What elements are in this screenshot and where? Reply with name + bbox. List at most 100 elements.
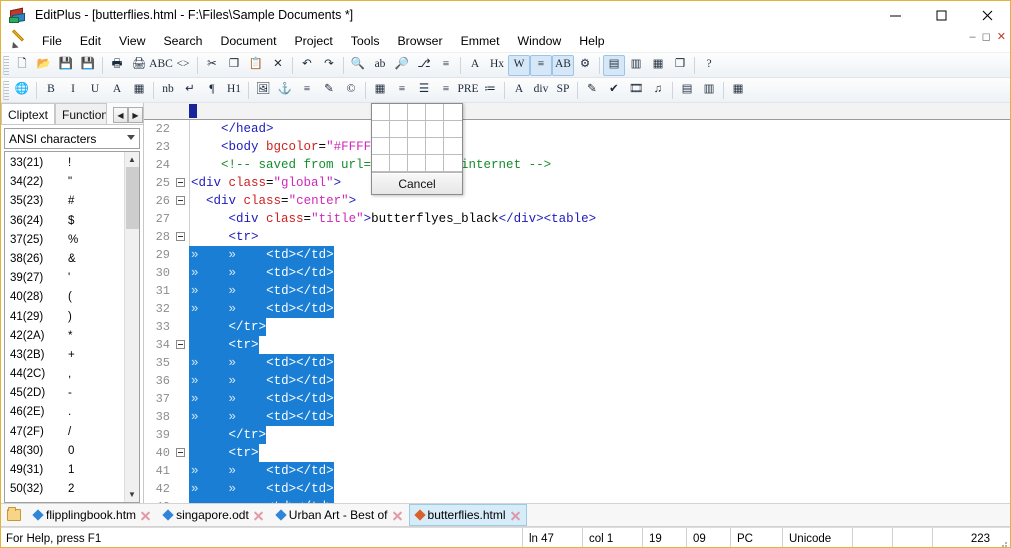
close-icon[interactable] xyxy=(253,510,264,521)
code-line[interactable]: 23 <body bgcolor="#FFFFFF"> xyxy=(144,138,1010,156)
table-size-cell[interactable] xyxy=(426,121,444,138)
undo-icon[interactable]: ↶ xyxy=(296,55,318,76)
code-editor[interactable]: 22 </head>23 <body bgcolor="#FFFFFF">24 … xyxy=(144,120,1010,503)
table-size-cell[interactable] xyxy=(390,104,408,121)
list-item[interactable]: 49(31) 1 xyxy=(5,461,124,480)
script-icon[interactable]: ✎ xyxy=(581,80,603,101)
copy-icon[interactable]: ❐ xyxy=(223,55,245,76)
fold-marker[interactable] xyxy=(174,156,189,174)
color-palette-icon[interactable]: ▦ xyxy=(128,80,150,101)
fold-marker[interactable] xyxy=(174,210,189,228)
italic-icon[interactable]: I xyxy=(62,80,84,101)
delete-icon[interactable]: ✕ xyxy=(267,55,289,76)
menu-project[interactable]: Project xyxy=(285,32,341,50)
table-size-cell[interactable] xyxy=(408,155,426,172)
list-item[interactable]: 47(2F) / xyxy=(5,423,124,442)
fold-marker[interactable] xyxy=(174,264,189,282)
word-wrap-icon[interactable]: W xyxy=(508,54,530,76)
form-icon[interactable]: A xyxy=(508,80,530,101)
cliptext-scrollbar[interactable]: ▲ ▼ xyxy=(124,152,139,502)
fold-collapse-icon[interactable] xyxy=(176,178,185,187)
anchor-icon[interactable]: ⚓ xyxy=(274,80,296,101)
fold-marker[interactable] xyxy=(174,372,189,390)
document-tab[interactable]: flipplingbook.htm xyxy=(27,504,157,526)
fold-marker[interactable] xyxy=(174,318,189,336)
pre-icon[interactable]: PRE xyxy=(457,80,479,101)
table-cell-icon[interactable]: ☰ xyxy=(413,80,435,101)
table-size-cell[interactable] xyxy=(408,138,426,155)
list-item[interactable]: 39(27) ' xyxy=(5,269,124,288)
fold-marker[interactable] xyxy=(174,120,189,138)
cliptext-scroll-down-icon[interactable]: ▼ xyxy=(124,487,139,502)
code-line[interactable]: 24 <!-- saved from url=(0013)about:inter… xyxy=(144,156,1010,174)
list-item[interactable]: 37(25)% xyxy=(5,231,124,250)
fold-marker[interactable] xyxy=(174,174,189,192)
code-text[interactable]: » » <td></td> xyxy=(189,462,334,480)
fold-marker[interactable] xyxy=(174,498,189,503)
menu-view[interactable]: View xyxy=(110,32,154,50)
span-icon[interactable]: SP xyxy=(552,80,574,101)
color-picker-icon[interactable]: ▦ xyxy=(727,80,749,101)
cliptext-window-icon[interactable]: ▥ xyxy=(625,55,647,76)
frame-icon[interactable]: ▤ xyxy=(676,80,698,101)
code-text[interactable]: » » <td></td> xyxy=(189,480,334,498)
code-text[interactable]: <body bgcolor="#FFFFFF"> xyxy=(189,138,401,156)
code-line[interactable]: 27 <div class="title">butterflyes_black<… xyxy=(144,210,1010,228)
code-text[interactable]: </tr> xyxy=(189,318,267,336)
code-line[interactable]: 22 </head> xyxy=(144,120,1010,138)
list-item[interactable]: 36(24) $ xyxy=(5,212,124,231)
code-line[interactable]: 28 <tr> xyxy=(144,228,1010,246)
paragraph-icon[interactable]: ¶ xyxy=(201,80,223,101)
code-text[interactable]: » » <td></td> xyxy=(189,246,334,264)
document-selector-icon[interactable]: ▤ xyxy=(603,54,625,76)
menu-emmet[interactable]: Emmet xyxy=(452,32,509,50)
indent-icon[interactable]: ≡ xyxy=(530,54,552,76)
find-icon[interactable]: 🔍 xyxy=(347,55,369,76)
code-line[interactable]: 36 » » <td></td> xyxy=(144,372,1010,390)
line-numbers-icon[interactable]: ≡ xyxy=(435,55,457,76)
code-line[interactable]: 38 » » <td></td> xyxy=(144,408,1010,426)
code-line[interactable]: 30 » » <td></td> xyxy=(144,264,1010,282)
code-text[interactable]: » » <td></td> xyxy=(189,282,334,300)
table-size-cell[interactable] xyxy=(372,104,390,121)
code-line[interactable]: 39 </tr> xyxy=(144,426,1010,444)
output-window-icon[interactable]: ▦ xyxy=(647,55,669,76)
code-line[interactable]: 41 » » <td></td> xyxy=(144,462,1010,480)
document-tab[interactable]: singapore.odt xyxy=(157,504,270,526)
fold-marker[interactable] xyxy=(174,444,189,462)
tab-cliptext[interactable]: Cliptext xyxy=(1,103,56,124)
align-icon[interactable]: ≡ xyxy=(296,80,318,101)
insert-table-icon[interactable]: ▦ xyxy=(369,80,391,101)
table-size-cell[interactable] xyxy=(408,104,426,121)
redo-icon[interactable]: ↷ xyxy=(318,55,340,76)
list-item[interactable]: 45(2D) - xyxy=(5,384,124,403)
paste-icon[interactable]: 📋 xyxy=(245,55,267,76)
fold-collapse-icon[interactable] xyxy=(176,340,185,349)
table-size-grid[interactable] xyxy=(372,104,462,173)
minimize-button[interactable] xyxy=(872,1,918,29)
menu-search[interactable]: Search xyxy=(154,32,211,50)
menu-window[interactable]: Window xyxy=(509,32,571,50)
menu-tools[interactable]: Tools xyxy=(342,32,389,50)
table-size-cell[interactable] xyxy=(372,155,390,172)
table-size-picker-popup[interactable]: Cancel xyxy=(371,103,463,195)
font-color-icon[interactable]: A xyxy=(106,80,128,101)
fold-marker[interactable] xyxy=(174,300,189,318)
fold-marker[interactable] xyxy=(174,336,189,354)
fold-collapse-icon[interactable] xyxy=(176,196,185,205)
code-line[interactable]: 31 » » <td></td> xyxy=(144,282,1010,300)
fold-collapse-icon[interactable] xyxy=(176,448,185,457)
list-item[interactable]: 42(2A) * xyxy=(5,327,124,346)
tab-scroll-left-icon[interactable]: ◀ xyxy=(113,107,128,123)
fold-marker[interactable] xyxy=(174,462,189,480)
table-size-cell[interactable] xyxy=(444,138,462,155)
fold-marker[interactable] xyxy=(174,138,189,156)
video-icon[interactable]: 🎞 xyxy=(625,80,647,101)
code-text[interactable]: <tr> xyxy=(189,444,259,462)
folder-icon[interactable] xyxy=(1,504,27,526)
table-size-cell[interactable] xyxy=(444,104,462,121)
tab-function[interactable]: Function xyxy=(55,103,108,124)
table-size-cell[interactable] xyxy=(390,121,408,138)
fold-marker[interactable] xyxy=(174,228,189,246)
code-text[interactable]: <div class="title">butterflyes_black</di… xyxy=(189,210,597,228)
